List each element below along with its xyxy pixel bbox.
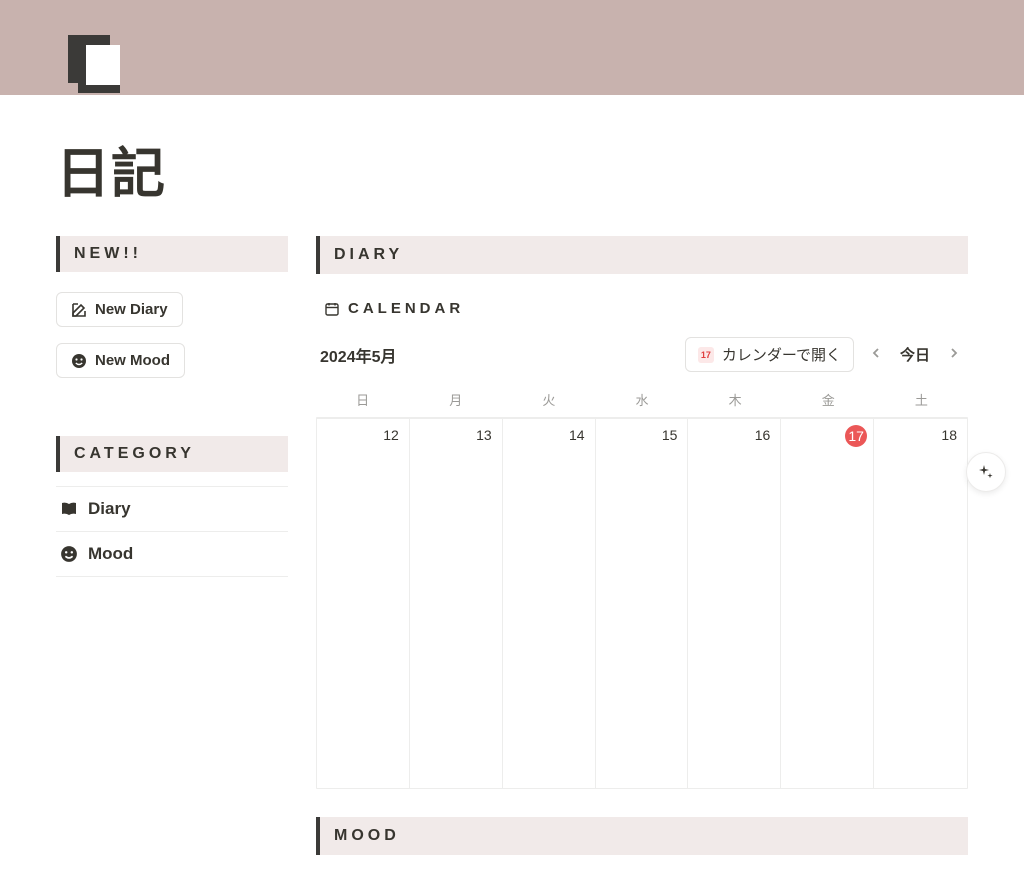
book-open-icon [60,500,78,518]
calendar-day-cell[interactable]: 16 [688,418,781,788]
weekday-sat: 土 [875,382,968,417]
calendar-tab[interactable]: CALENDAR [316,294,968,323]
edit-icon [71,302,87,318]
sparkle-icon [977,463,995,481]
new-diary-button[interactable]: New Diary [56,292,183,327]
category-item-mood[interactable]: Mood [56,532,288,577]
open-calendar-label: カレンダーで開く [722,344,841,365]
calendar-month-label: 2024年5月 [320,343,397,367]
category-mood-label: Mood [88,544,133,564]
weekday-sun: 日 [316,382,409,417]
section-diary-header: DIARY [316,236,968,274]
chevron-right-icon [948,347,960,359]
open-calendar-button[interactable]: 17 カレンダーで開く [685,337,854,372]
weekday-fri: 金 [782,382,875,417]
section-category-header: CATEGORY [56,436,288,472]
calendar-grid: 12 13 14 15 16 17 18 [316,417,968,789]
page-title: 日記 [56,95,968,236]
chevron-left-icon [870,347,882,359]
smiley-icon [71,353,87,369]
ai-fab-button[interactable] [966,452,1006,492]
header-banner [0,0,1024,95]
calendar-day-cell[interactable]: 14 [503,418,596,788]
calendar-tab-label: CALENDAR [348,300,464,317]
day-number: 12 [383,427,399,443]
weekday-header-row: 日 月 火 水 木 金 土 [316,382,968,417]
weekday-thu: 木 [689,382,782,417]
section-mood-header: MOOD [316,817,968,855]
new-diary-label: New Diary [95,301,168,318]
calendar-day-cell[interactable]: 12 [317,418,410,788]
section-category-label: CATEGORY [74,445,195,462]
day-number: 15 [662,427,678,443]
calendar-badge-icon: 17 [698,347,714,363]
calendar-day-cell[interactable]: 13 [410,418,503,788]
calendar-day-cell[interactable]: 15 [596,418,689,788]
day-number: 13 [476,427,492,443]
notebook-icon [62,33,124,95]
weekday-wed: 水 [595,382,688,417]
prev-button[interactable] [866,344,886,366]
weekday-mon: 月 [409,382,502,417]
section-diary-label: DIARY [334,246,403,263]
day-number: 14 [569,427,585,443]
day-number: 18 [941,427,957,443]
category-item-diary[interactable]: Diary [56,486,288,532]
next-button[interactable] [944,344,964,366]
section-new-header: NEW!! [56,236,288,272]
smiley-icon [60,545,78,563]
day-number: 16 [755,427,771,443]
calendar-icon [324,301,340,317]
section-new-label: NEW!! [74,245,142,262]
day-number: 17 [845,425,867,447]
new-mood-label: New Mood [95,352,170,369]
calendar-week-row: 12 13 14 15 16 17 18 [317,418,967,788]
new-mood-button[interactable]: New Mood [56,343,185,378]
weekday-tue: 火 [502,382,595,417]
calendar-day-cell[interactable]: 18 [874,418,967,788]
category-diary-label: Diary [88,499,131,519]
calendar-day-cell[interactable]: 17 [781,418,874,788]
page-icon [62,33,124,95]
today-button[interactable]: 今日 [898,342,932,367]
section-mood-label: MOOD [334,827,400,844]
